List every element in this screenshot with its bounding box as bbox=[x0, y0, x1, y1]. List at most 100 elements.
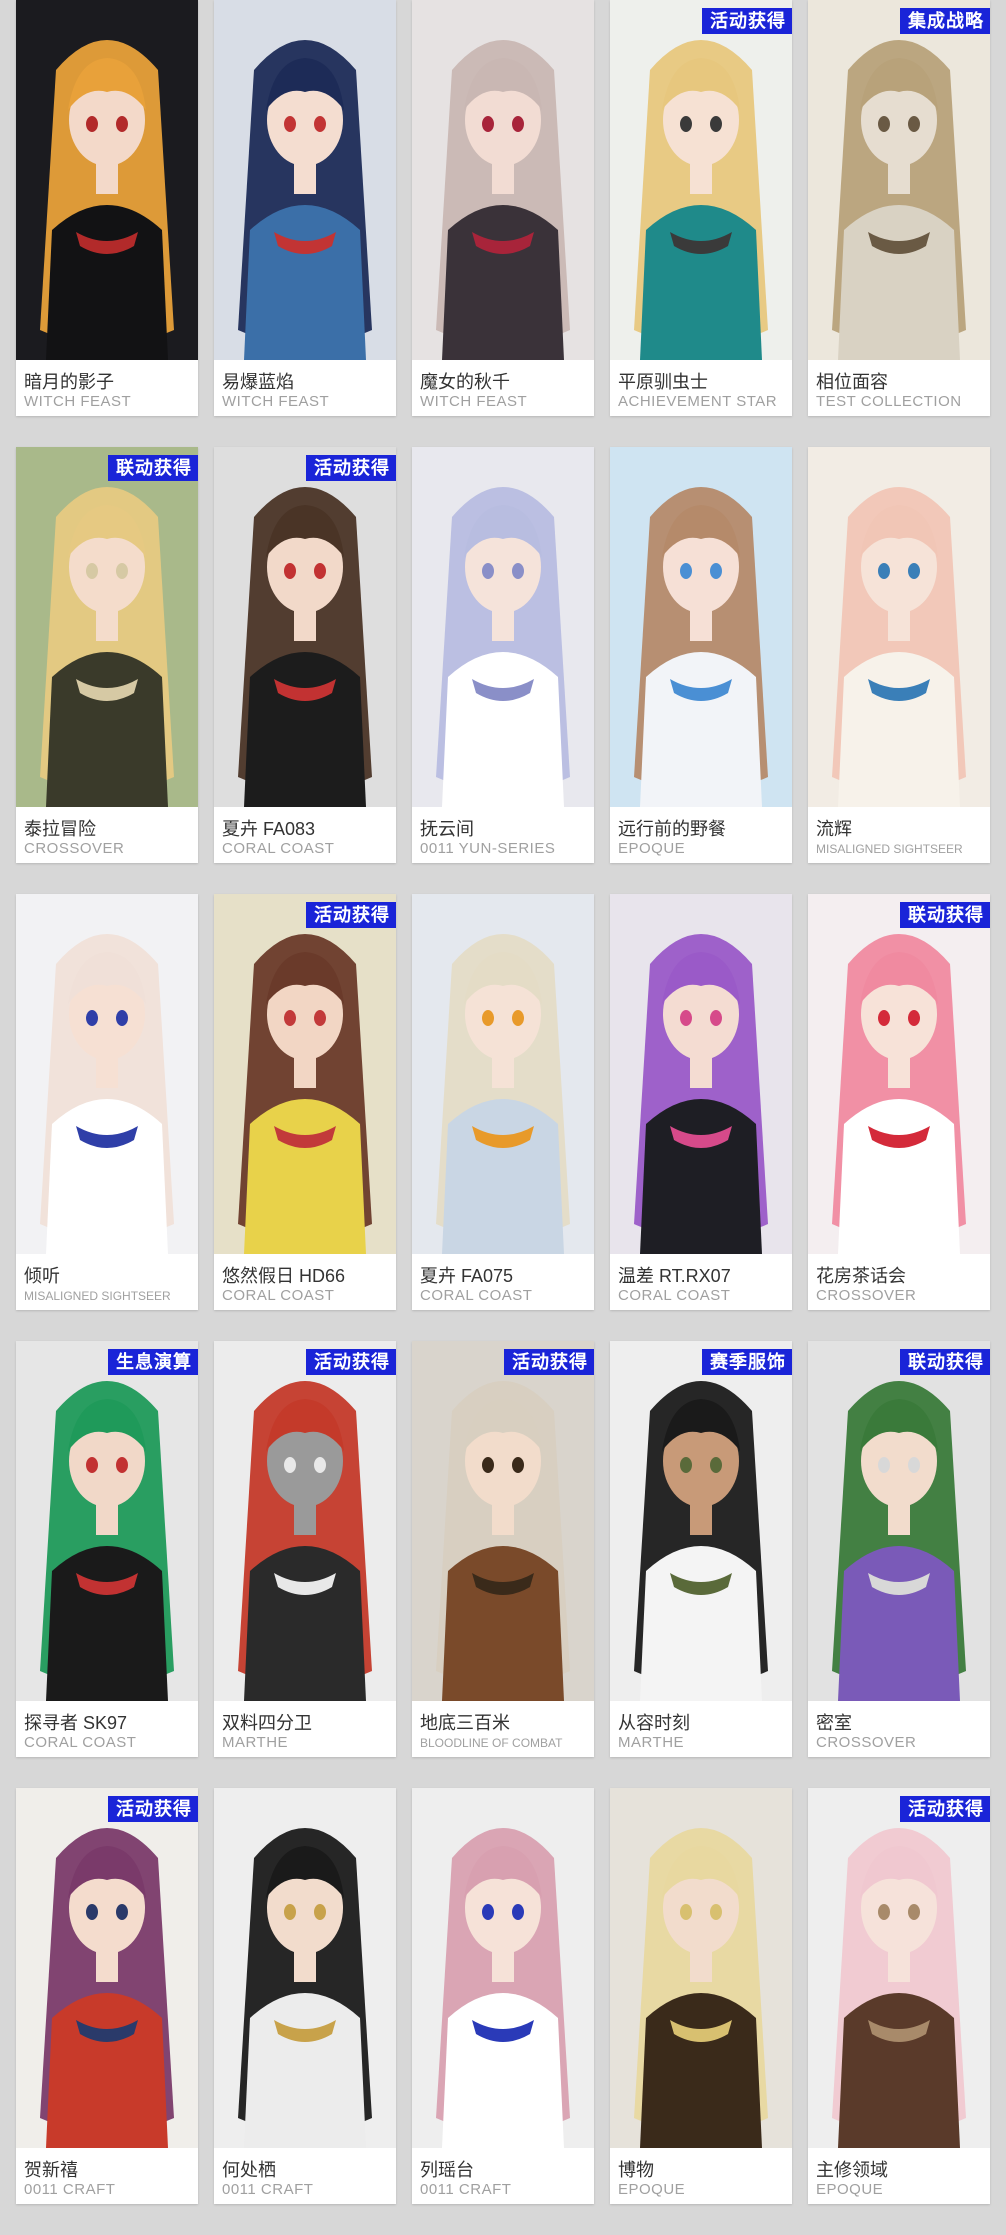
outfit-name: 主修领域 bbox=[816, 2160, 888, 2180]
outfit-series: 0011 YUN-SERIES bbox=[420, 840, 556, 857]
outfit-series: WITCH FEAST bbox=[420, 393, 528, 410]
outfit-series: EPOQUE bbox=[618, 2181, 686, 2198]
outfit-name: 探寻者 SK97 bbox=[24, 1713, 128, 1733]
outfit-series: EPOQUE bbox=[816, 2181, 884, 2198]
outfit-caption: 倾听 MISALIGNED SIGHTSEER bbox=[16, 1254, 198, 1310]
outfit-series: BLOODLINE OF COMBAT bbox=[420, 1736, 563, 1750]
outfit-illustration bbox=[808, 894, 990, 1254]
outfit-card[interactable]: 暗月的影子 WITCH FEAST bbox=[16, 0, 198, 416]
outfit-name: 密室 bbox=[816, 1713, 852, 1733]
outfit-illustration bbox=[16, 1341, 198, 1701]
outfit-caption: 魔女的秋千 WITCH FEAST bbox=[412, 360, 594, 416]
outfit-card[interactable]: 流辉 MISALIGNED SIGHTSEER bbox=[808, 447, 990, 863]
acquisition-badge: 联动获得 bbox=[108, 455, 198, 481]
acquisition-badge: 集成战略 bbox=[900, 8, 990, 34]
outfit-caption: 列瑶台 0011 CRAFT bbox=[412, 2148, 594, 2204]
outfit-series: TEST COLLECTION bbox=[816, 393, 962, 410]
outfit-name: 列瑶台 bbox=[420, 2160, 474, 2180]
outfit-caption: 泰拉冒险 CROSSOVER bbox=[16, 807, 198, 863]
outfit-card[interactable]: 赛季服饰从容时刻 MARTHE bbox=[610, 1341, 792, 1757]
outfit-illustration bbox=[214, 894, 396, 1254]
outfit-illustration bbox=[16, 0, 198, 360]
outfit-series: 0011 CRAFT bbox=[420, 2181, 512, 2198]
outfit-name: 何处栖 bbox=[222, 2160, 276, 2180]
outfit-caption: 探寻者 SK97 CORAL COAST bbox=[16, 1701, 198, 1757]
outfit-illustration bbox=[610, 1341, 792, 1701]
outfit-illustration bbox=[808, 1788, 990, 2148]
outfit-series: EPOQUE bbox=[618, 840, 686, 857]
outfit-card[interactable]: 活动获得 夏卉 FA083 CORAL COAST bbox=[214, 447, 396, 863]
outfit-caption: 流辉 MISALIGNED SIGHTSEER bbox=[808, 807, 990, 863]
outfit-name: 贺新禧 bbox=[24, 2160, 78, 2180]
outfit-name: 魔女的秋千 bbox=[420, 372, 510, 392]
outfit-series: CORAL COAST bbox=[222, 1287, 335, 1304]
outfit-card[interactable]: 魔女的秋千 WITCH FEAST bbox=[412, 0, 594, 416]
outfit-caption: 地底三百米 BLOODLINE OF COMBAT bbox=[412, 1701, 594, 1757]
outfit-card[interactable]: 活动获得贺新禧 0011 CRAFT bbox=[16, 1788, 198, 2204]
outfit-illustration bbox=[412, 1341, 594, 1701]
outfit-name: 易爆蓝焰 bbox=[222, 372, 294, 392]
outfit-series: CROSSOVER bbox=[24, 840, 125, 857]
outfit-illustration bbox=[214, 1788, 396, 2148]
outfit-name: 泰拉冒险 bbox=[24, 819, 96, 839]
outfit-name: 温差 RT.RX07 bbox=[618, 1266, 731, 1286]
outfit-name: 远行前的野餐 bbox=[618, 819, 726, 839]
outfit-card[interactable]: 列瑶台 0011 CRAFT bbox=[412, 1788, 594, 2204]
outfit-series: ACHIEVEMENT STAR bbox=[618, 393, 778, 410]
outfit-card[interactable]: 博物 EPOQUE bbox=[610, 1788, 792, 2204]
outfit-illustration bbox=[808, 0, 990, 360]
outfit-name: 相位面容 bbox=[816, 372, 888, 392]
outfit-card[interactable]: 温差 RT.RX07 CORAL COAST bbox=[610, 894, 792, 1310]
outfit-card[interactable]: 活动获得悠然假日 HD66 CORAL COAST bbox=[214, 894, 396, 1310]
outfit-card[interactable]: 远行前的野餐 EPOQUE bbox=[610, 447, 792, 863]
outfit-illustration bbox=[412, 0, 594, 360]
outfit-card[interactable]: 何处栖 0011 CRAFT bbox=[214, 1788, 396, 2204]
outfit-illustration bbox=[808, 1341, 990, 1701]
outfit-series: CORAL COAST bbox=[420, 1287, 533, 1304]
outfit-caption: 悠然假日 HD66 CORAL COAST bbox=[214, 1254, 396, 1310]
outfit-caption: 博物 EPOQUE bbox=[610, 2148, 792, 2204]
outfit-illustration bbox=[412, 1788, 594, 2148]
outfit-series: CROSSOVER bbox=[816, 1734, 917, 1751]
outfit-card[interactable]: 生息演算 探寻者 SK97 CORAL COAST bbox=[16, 1341, 198, 1757]
outfit-caption: 从容时刻 MARTHE bbox=[610, 1701, 792, 1757]
outfit-card[interactable]: 夏卉 FA075 CORAL COAST bbox=[412, 894, 594, 1310]
outfit-card[interactable]: 活动获得 平原驯虫士 ACHIEVEMENT STAR bbox=[610, 0, 792, 416]
outfit-caption: 密室 CROSSOVER bbox=[808, 1701, 990, 1757]
outfit-illustration bbox=[412, 447, 594, 807]
outfit-illustration bbox=[214, 1341, 396, 1701]
outfit-card[interactable]: 抚云间 0011 YUN-SERIES bbox=[412, 447, 594, 863]
outfit-name: 抚云间 bbox=[420, 819, 474, 839]
outfit-card[interactable]: 集成战略相位面容 TEST COLLECTION bbox=[808, 0, 990, 416]
acquisition-badge: 活动获得 bbox=[306, 902, 396, 928]
outfit-caption: 平原驯虫士 ACHIEVEMENT STAR bbox=[610, 360, 792, 416]
outfit-card[interactable]: 活动获得 地底三百米 BLOODLINE OF COMBAT bbox=[412, 1341, 594, 1757]
outfit-card[interactable]: 倾听 MISALIGNED SIGHTSEER bbox=[16, 894, 198, 1310]
outfit-caption: 抚云间 0011 YUN-SERIES bbox=[412, 807, 594, 863]
outfit-illustration bbox=[610, 447, 792, 807]
outfit-name: 花房茶话会 bbox=[816, 1266, 906, 1286]
outfit-series: WITCH FEAST bbox=[24, 393, 132, 410]
outfit-card[interactable]: 易爆蓝焰 WITCH FEAST bbox=[214, 0, 396, 416]
outfit-card[interactable]: 活动获得 双料四分卫 MARTHE bbox=[214, 1341, 396, 1757]
outfit-illustration bbox=[16, 447, 198, 807]
outfit-illustration bbox=[808, 447, 990, 807]
outfit-caption: 夏卉 FA083 CORAL COAST bbox=[214, 807, 396, 863]
outfit-card[interactable]: 活动获得 主修领域 EPOQUE bbox=[808, 1788, 990, 2204]
outfit-illustration bbox=[610, 1788, 792, 2148]
outfit-illustration bbox=[214, 0, 396, 360]
outfit-series: CORAL COAST bbox=[24, 1734, 137, 1751]
outfit-card[interactable]: 联动获得 花房茶话会 CROSSOVER bbox=[808, 894, 990, 1310]
outfit-illustration bbox=[16, 894, 198, 1254]
outfit-illustration bbox=[610, 0, 792, 360]
outfit-name: 悠然假日 HD66 bbox=[222, 1266, 346, 1286]
outfit-card[interactable]: 联动获得 密室 CROSSOVER bbox=[808, 1341, 990, 1757]
acquisition-badge: 联动获得 bbox=[900, 902, 990, 928]
outfit-series: CORAL COAST bbox=[222, 840, 335, 857]
acquisition-badge: 赛季服饰 bbox=[702, 1349, 792, 1375]
outfit-caption: 相位面容 TEST COLLECTION bbox=[808, 360, 990, 416]
outfit-series: 0011 CRAFT bbox=[24, 2181, 116, 2198]
acquisition-badge: 活动获得 bbox=[108, 1796, 198, 1822]
outfit-name: 从容时刻 bbox=[618, 1713, 690, 1733]
outfit-card[interactable]: 联动获得泰拉冒险 CROSSOVER bbox=[16, 447, 198, 863]
